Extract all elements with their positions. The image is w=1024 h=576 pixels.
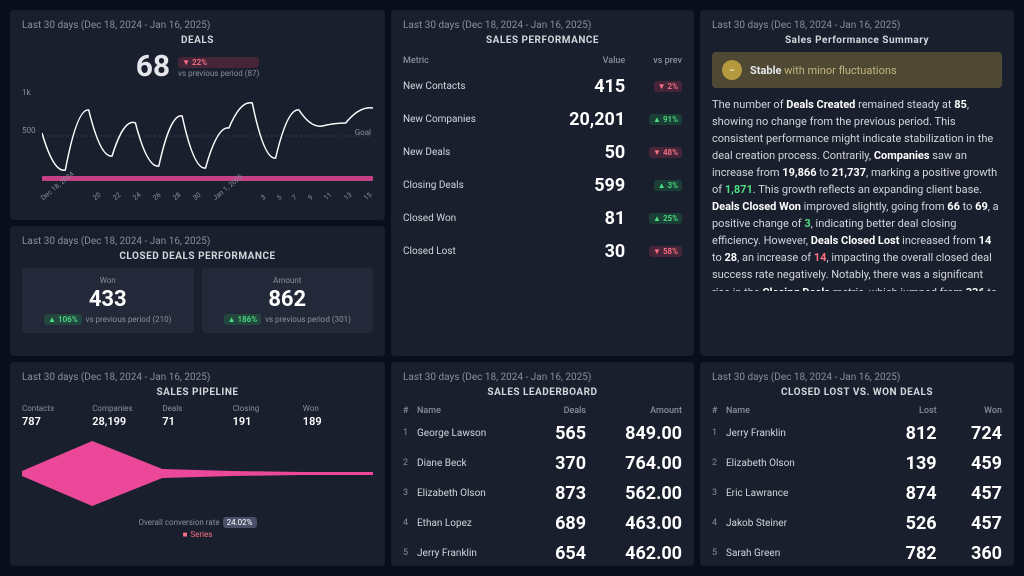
perf-row: New Contacts415▼ 2% xyxy=(403,70,682,103)
deals-chart: 1k 500 Goal Dec 18, 2024202224262830Jan … xyxy=(22,88,373,203)
perf-row: Closed Won81▲ 25% xyxy=(403,202,682,235)
perf-row: Closed Lost30▼ 58% xyxy=(403,235,682,268)
won-card: Won 433 ▲ 106%vs previous period (210) xyxy=(22,268,194,333)
table-row: 2Diane Beck370764.00 xyxy=(403,448,682,478)
status-bar: − Stable with minor fluctuations xyxy=(712,52,1002,88)
table-row: 4Jakob Steiner526457 xyxy=(712,508,1002,538)
summary-text: The number of Deals Created remained ste… xyxy=(712,96,1002,291)
lost-won-card: Last 30 days (Dec 18, 2024 - Jan 16, 202… xyxy=(700,362,1014,566)
amount-card: Amount 862 ▲ 186%vs previous period (301… xyxy=(202,268,374,333)
won-delta: ▲ 106% xyxy=(44,314,82,325)
table-row: 1Jerry Franklin812724 xyxy=(712,418,1002,448)
funnel-chart xyxy=(22,436,373,511)
leaderboard-card: Last 30 days (Dec 18, 2024 - Jan 16, 202… xyxy=(391,362,694,566)
table-row: 4Ethan Lopez689463.00 xyxy=(403,508,682,538)
perf-row: Closing Deals599▲ 3% xyxy=(403,169,682,202)
table-row: 1George Lawson565849.00 xyxy=(403,418,682,448)
amount-delta: ▲ 186% xyxy=(224,314,262,325)
closed-perf-card: Last 30 days (Dec 18, 2024 - Jan 16, 202… xyxy=(10,226,385,356)
pipeline-card: Last 30 days (Dec 18, 2024 - Jan 16, 202… xyxy=(10,362,385,566)
deals-card: Last 30 days (Dec 18, 2024 - Jan 16, 202… xyxy=(10,10,385,220)
table-row: 2Elizabeth Olson139459 xyxy=(712,448,1002,478)
perf-table: MetricValuevs prev New Contacts415▼ 2%Ne… xyxy=(403,52,682,268)
deals-title: DEALS xyxy=(22,35,373,46)
deals-value: 68 xyxy=(136,52,170,82)
table-row: 5Sarah Green782360 xyxy=(712,538,1002,566)
table-row: 3Elizabeth Olson873562.00 xyxy=(403,478,682,508)
summary-card: Last 30 days (Dec 18, 2024 - Jan 16, 202… xyxy=(700,10,1014,356)
deals-delta: ▼ 22% xyxy=(178,57,259,68)
sales-performance-card: Last 30 days (Dec 18, 2024 - Jan 16, 202… xyxy=(391,10,694,356)
perf-row: New Companies20,201▲ 91% xyxy=(403,103,682,136)
perf-row: New Deals50▼ 48% xyxy=(403,136,682,169)
table-row: 5Jerry Franklin654462.00 xyxy=(403,538,682,566)
deals-sub: vs previous period (87) xyxy=(178,69,259,78)
minus-icon: − xyxy=(722,60,742,80)
table-row: 3Eric Lawrance874457 xyxy=(712,478,1002,508)
date-range: Last 30 days (Dec 18, 2024 - Jan 16, 202… xyxy=(22,20,373,31)
